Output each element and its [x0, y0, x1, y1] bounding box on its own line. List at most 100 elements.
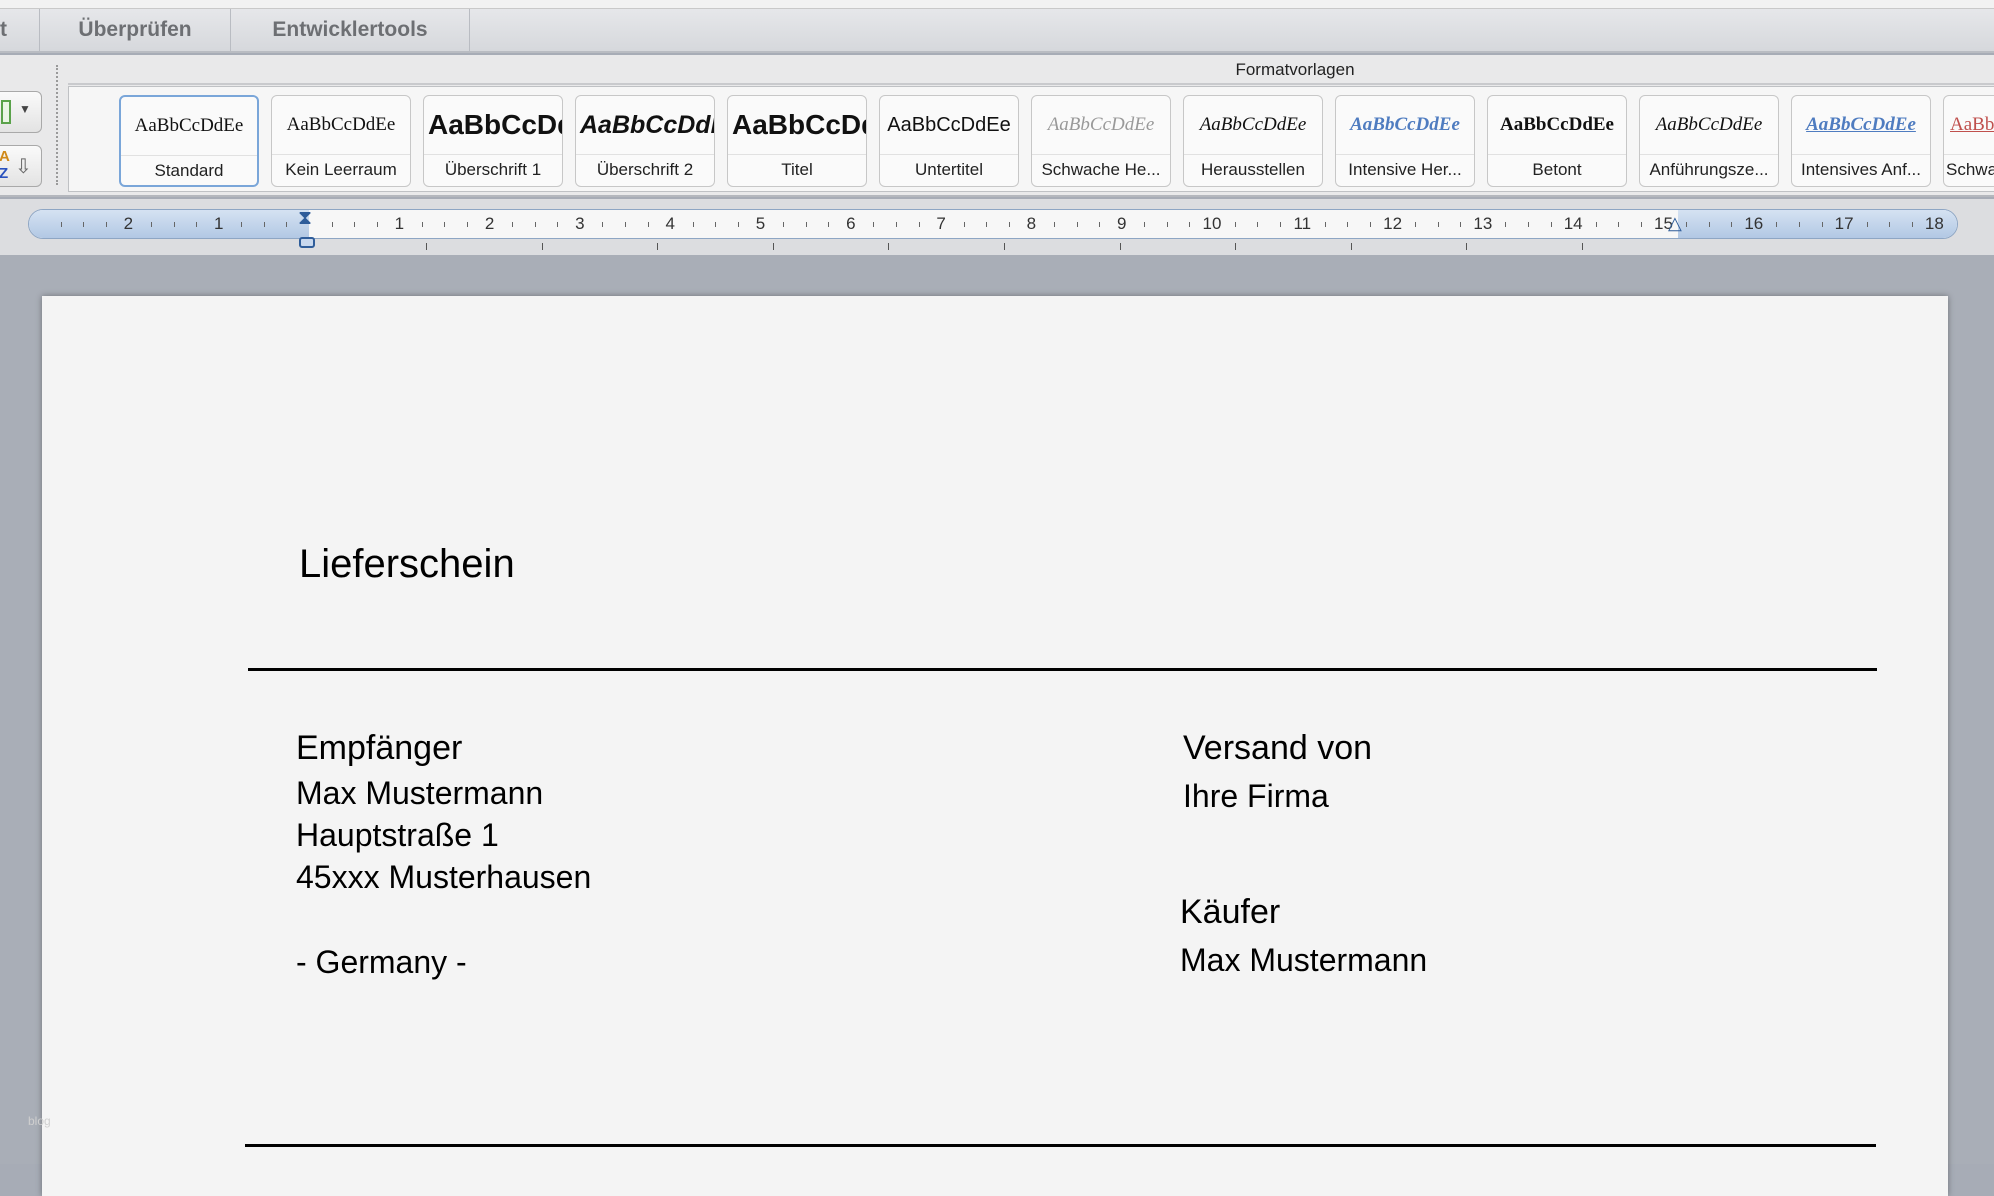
- ruler-tick: [1144, 222, 1146, 227]
- ruler-tick: [421, 222, 423, 227]
- style-standard[interactable]: AaBbCcDdEe Standard: [119, 95, 259, 187]
- ruler-tick: [625, 222, 627, 227]
- ruler-number: 1: [213, 214, 224, 233]
- tab-partial[interactable]: t: [0, 9, 40, 51]
- ruler-tick: [805, 222, 807, 227]
- style-intensive-hervorhebung[interactable]: AaBbCcDdEe Intensive Her...: [1335, 95, 1475, 187]
- style-schwacher-verweis[interactable]: AaBb Schwa: [1943, 95, 1994, 187]
- ruler-tick: [286, 222, 288, 227]
- style-sample: AaBbCcDd: [428, 109, 562, 140]
- ruler-tick: [1370, 222, 1372, 227]
- style-anfuehrungszeichen[interactable]: AaBbCcDdEe Anführungsze...: [1639, 95, 1779, 187]
- style-sample: AaBbCcDdEe: [1806, 114, 1916, 135]
- style-schwache-hervorhebung[interactable]: AaBbCcDdEe Schwache He...: [1031, 95, 1171, 187]
- style-label: Kein Leerraum: [272, 154, 410, 186]
- default-tab-stop: [888, 243, 890, 250]
- ruler-tick: [1166, 222, 1168, 227]
- sort-button[interactable]: AZ ⇩: [0, 145, 42, 187]
- ruler-tick: [1437, 222, 1439, 227]
- ruler-tick: [918, 222, 920, 227]
- ruler-tick: [263, 222, 265, 227]
- default-tab-stop: [1466, 243, 1468, 250]
- style-sample: AaBbCcDdEe: [1047, 114, 1155, 135]
- ruler-tick: [1889, 222, 1891, 227]
- style-label: Überschrift 1: [424, 154, 562, 186]
- recipient-city: 45xxx Musterhausen: [296, 859, 592, 895]
- style-sample: AaBb: [1950, 114, 1994, 135]
- style-sample: AaBbCcDdEe: [1199, 114, 1307, 135]
- style-sample: AaBbCcDdE: [580, 111, 714, 139]
- ruler-tick: [1618, 222, 1620, 227]
- ruler-number: 12: [1383, 214, 1403, 233]
- ruler-tick: [1821, 222, 1823, 227]
- ruler-tick: [1686, 222, 1688, 227]
- ruler-tick: [1640, 222, 1642, 227]
- ruler-tick: [692, 222, 694, 227]
- ruler-tick: [512, 222, 514, 227]
- style-titel[interactable]: AaBbCcDd Titel: [727, 95, 867, 187]
- tab-ueberpruefen[interactable]: Überprüfen: [40, 9, 231, 51]
- style-sample: AaBbCcDdEe: [887, 114, 1011, 136]
- tab-entwicklertools[interactable]: Entwicklertools: [231, 9, 470, 51]
- ruler-tick: [828, 222, 830, 227]
- ruler-number: 6: [846, 214, 856, 233]
- default-tab-stop: [657, 243, 659, 250]
- ruler-tick: [647, 222, 649, 227]
- ruler-tick: [354, 222, 356, 227]
- horizontal-rule: [248, 668, 1877, 671]
- ruler-tick: [1189, 222, 1191, 227]
- right-indent-marker[interactable]: △: [1668, 213, 1682, 234]
- style-betont[interactable]: AaBbCcDdEe Betont: [1487, 95, 1627, 187]
- recipient-name: Max Mustermann: [296, 775, 544, 811]
- default-tab-stop: [1350, 243, 1352, 250]
- ruler-tick: [1053, 222, 1055, 227]
- layout-dropdown-button[interactable]: ▼: [0, 91, 42, 133]
- default-tab-stop: [541, 243, 543, 250]
- style-label: Schwache He...: [1032, 154, 1170, 186]
- ruler-tick: [376, 222, 378, 227]
- ruler-tick: [1866, 222, 1868, 227]
- default-tab-stop: [1235, 243, 1237, 250]
- ruler-tick: [1550, 222, 1552, 227]
- ruler-tick: [1595, 222, 1597, 227]
- style-sample: AaBbCcDdEe: [134, 115, 244, 136]
- ruler-number: 18: [1924, 214, 1944, 233]
- ribbon: Formatvorlagen ▼ AZ ⇩ AaBbCcDdEe Standard…: [0, 55, 1994, 197]
- separator: [56, 65, 58, 185]
- style-untertitel[interactable]: AaBbCcDdEe Untertitel: [879, 95, 1019, 187]
- ribbon-tab-bar: t Überprüfen Entwicklertools: [0, 9, 1994, 53]
- ruler-tick: [1731, 222, 1733, 227]
- ruler-tick: [83, 222, 85, 227]
- ruler-area: 2 1 1 2 3 4 5 6 7 8 9 10 11 12 13 14 15 16 17 18 ⧗ △: [0, 199, 1994, 255]
- left-indent-marker[interactable]: [299, 237, 315, 248]
- style-label: Anführungsze...: [1640, 154, 1778, 186]
- ruler-tick: [105, 222, 107, 227]
- document-title: Lieferschein: [299, 542, 515, 586]
- chevron-down-icon: ▼: [19, 102, 31, 116]
- ruler-tick: [1008, 222, 1010, 227]
- ruler-tick: [241, 222, 243, 227]
- default-tab-stop: [772, 243, 774, 250]
- ruler-tick: [196, 222, 198, 227]
- style-intensives-anfuehrungszeichen[interactable]: AaBbCcDdEe Intensives Anf...: [1791, 95, 1931, 187]
- right-margin-region: [1678, 210, 1957, 238]
- style-ueberschrift-1[interactable]: AaBbCcDd Überschrift 1: [423, 95, 563, 187]
- ruler-tick: [1505, 222, 1507, 227]
- ruler-number: 7: [936, 214, 946, 233]
- style-herausstellen[interactable]: AaBbCcDdEe Herausstellen: [1183, 95, 1323, 187]
- ruler-tick: [1528, 222, 1530, 227]
- style-label: Standard: [121, 155, 257, 185]
- left-margin-region: [29, 210, 309, 238]
- ruler-tick: [1347, 222, 1349, 227]
- style-ueberschrift-2[interactable]: AaBbCcDdE Überschrift 2: [575, 95, 715, 187]
- style-sample: AaBbCcDd: [732, 109, 866, 140]
- ruler-tick: [602, 222, 604, 227]
- ruler-tick: [783, 222, 785, 227]
- ruler-tick: [150, 222, 152, 227]
- document-page[interactable]: Lieferschein Empfänger Max Mustermann Ha…: [28, 296, 1948, 1196]
- style-kein-leerraum[interactable]: AaBbCcDdEe Kein Leerraum: [271, 95, 411, 187]
- ruler-tick: [444, 222, 446, 227]
- sender-name: Ihre Firma: [1183, 778, 1329, 814]
- first-line-indent-marker[interactable]: ⧗: [298, 207, 312, 230]
- ruler-number: 3: [575, 214, 585, 233]
